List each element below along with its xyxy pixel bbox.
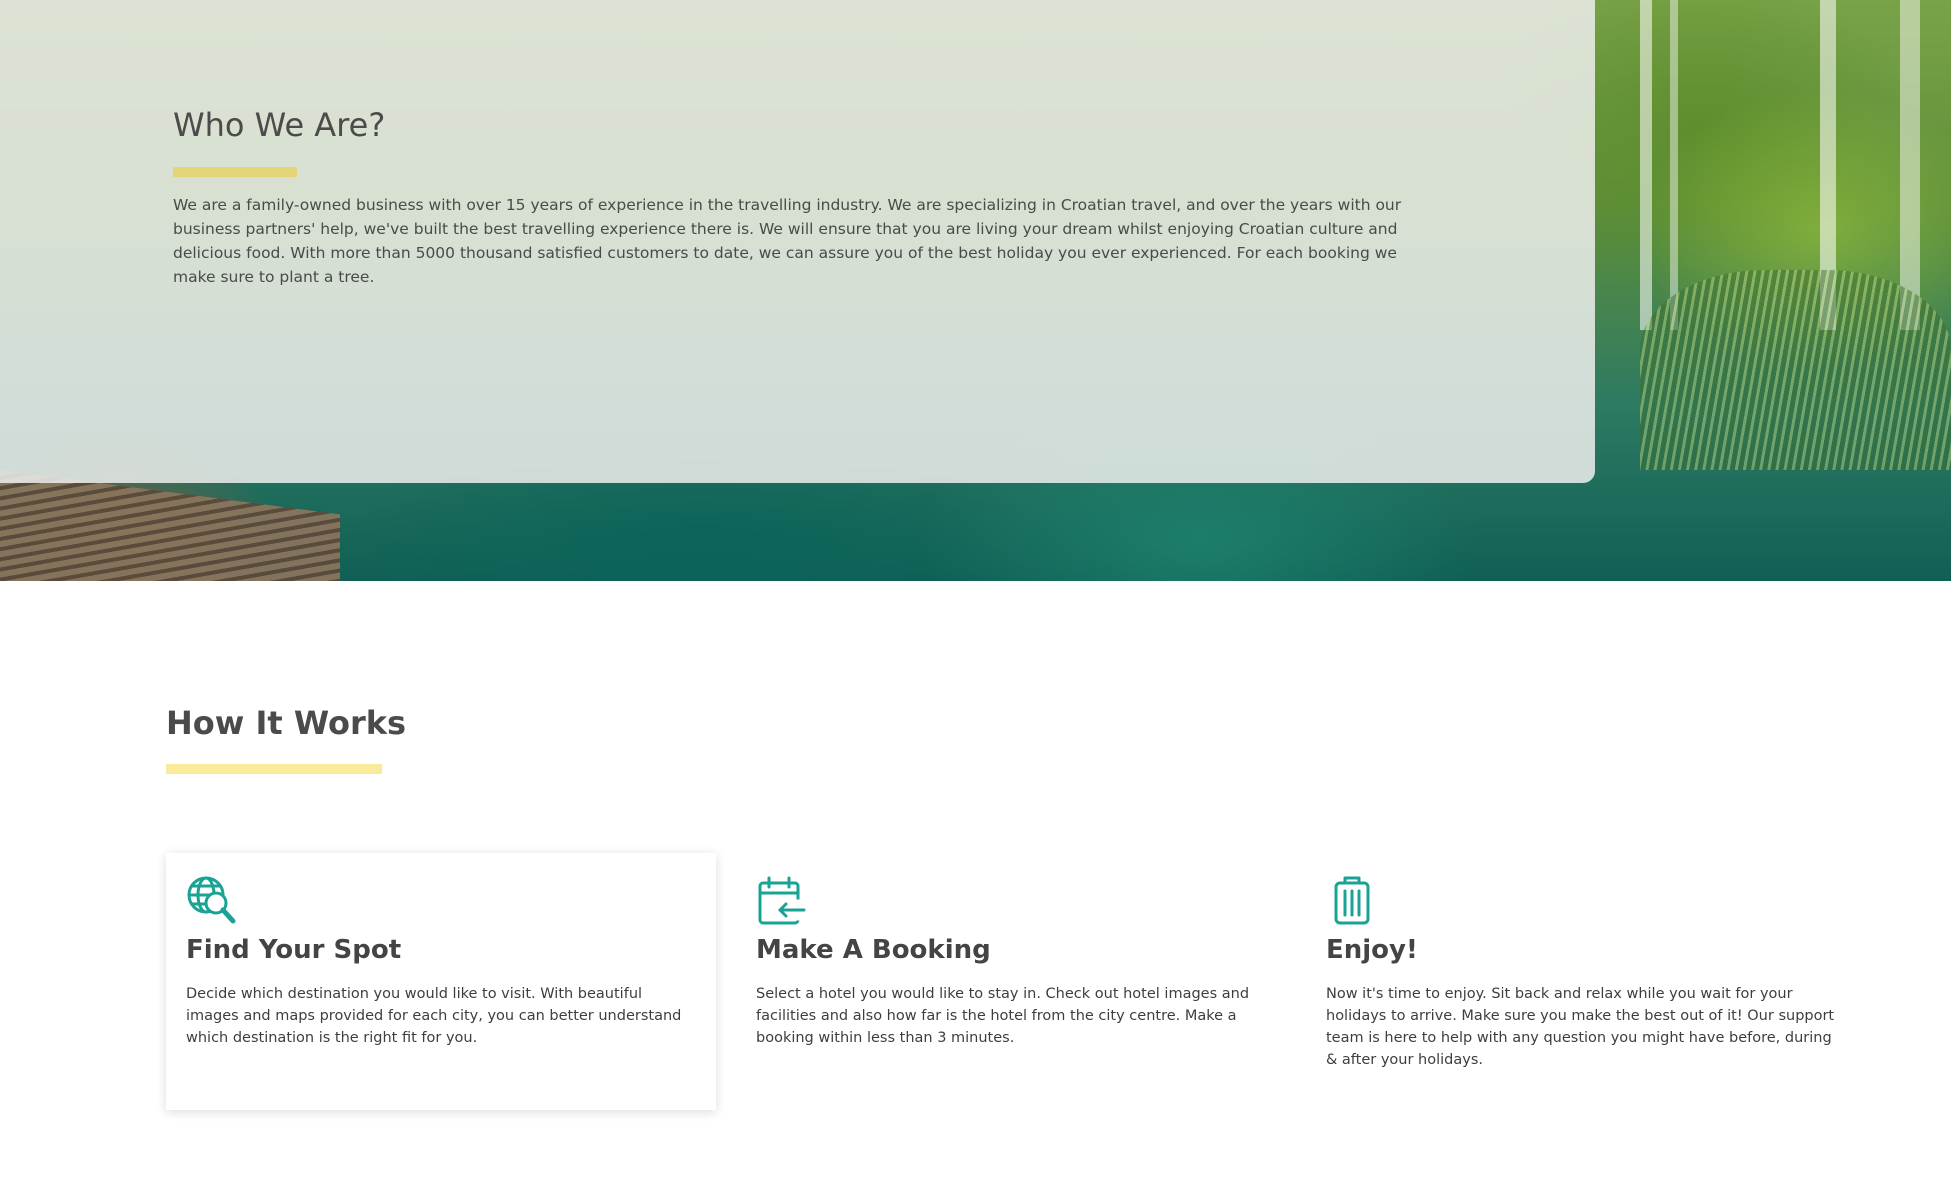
step-title: Make A Booking <box>756 935 991 965</box>
boardwalk-image <box>0 470 340 581</box>
hero-section: Who We Are? We are a family-owned busine… <box>0 0 1951 581</box>
about-title-underline <box>173 167 297 177</box>
grass-image <box>1640 270 1951 470</box>
step-card-booking[interactable]: Make A Booking Select a hotel you would … <box>736 853 1286 1110</box>
about-panel: Who We Are? We are a family-owned busine… <box>0 0 1595 483</box>
how-it-works-underline <box>166 764 382 774</box>
about-title: Who We Are? <box>173 106 386 144</box>
about-text: We are a family-owned business with over… <box>173 196 1402 286</box>
step-text: Select a hotel you would like to stay in… <box>756 986 1250 1046</box>
step-text: Decide which destination you would like … <box>186 986 682 1046</box>
calendar-arrow-icon <box>758 876 806 925</box>
how-it-works-title: How It Works <box>166 704 407 742</box>
step-card-find-spot[interactable]: Find Your Spot Decide which destination … <box>166 853 716 1110</box>
step-title: Enjoy! <box>1326 935 1418 965</box>
globe-search-icon <box>187 876 236 924</box>
step-title: Find Your Spot <box>186 935 402 965</box>
step-text: Now it's time to enjoy. Sit back and rel… <box>1326 986 1835 1068</box>
step-card-enjoy[interactable]: Enjoy! Now it's time to enjoy. Sit back … <box>1306 853 1856 1110</box>
suitcase-icon <box>1334 876 1370 925</box>
